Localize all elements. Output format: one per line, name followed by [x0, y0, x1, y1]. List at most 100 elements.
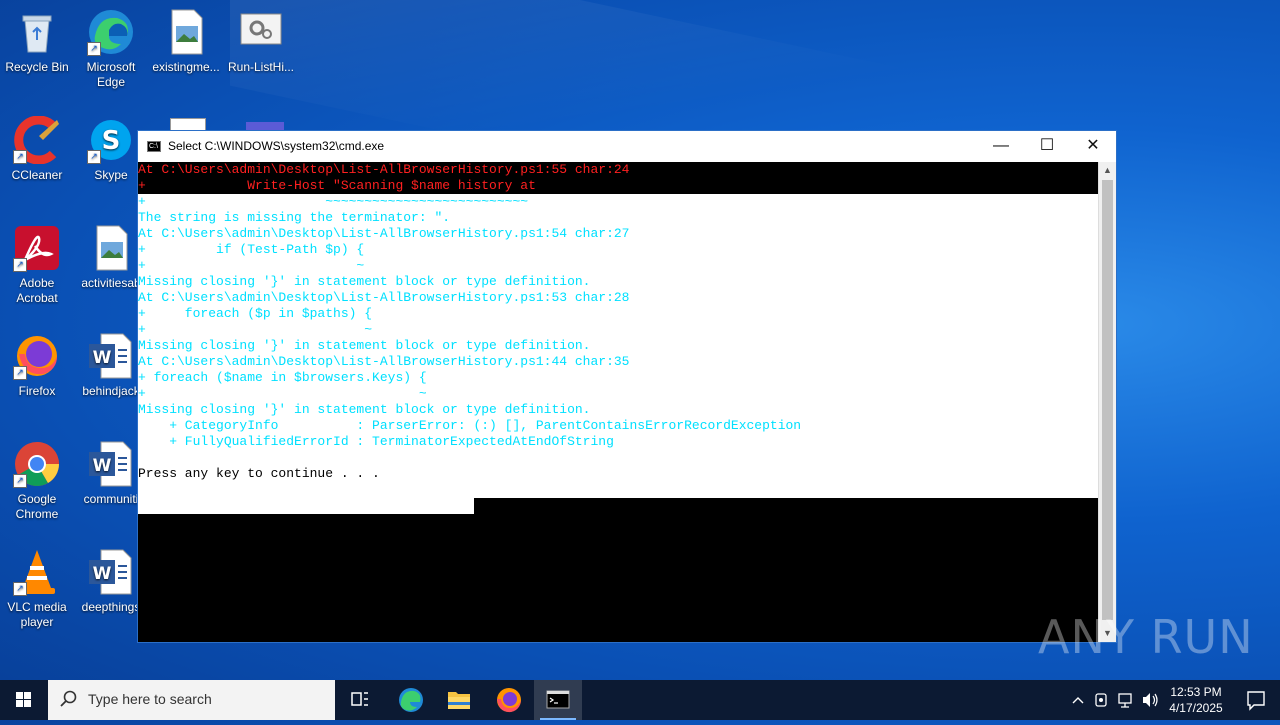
- console-output[interactable]: At C:\Users\admin\Desktop\List-AllBrowse…: [138, 162, 1099, 642]
- window-titlebar[interactable]: C:\ Select C:\WINDOWS\system32\cmd.exe —…: [138, 131, 1116, 162]
- scroll-up-icon[interactable]: ▲: [1099, 162, 1116, 179]
- svg-text:S: S: [102, 126, 121, 156]
- desktop-icon-label: existingme...: [152, 60, 220, 74]
- selection-highlight-tail: [138, 498, 474, 514]
- word-document-icon: W: [87, 440, 135, 488]
- console-line: + ~: [138, 322, 373, 337]
- console-line: Missing closing '}' in statement block o…: [138, 338, 591, 353]
- desktop-icon-label: Microsoft Edge: [86, 60, 136, 89]
- console-line: At C:\Users\admin\Desktop\List-AllBrowse…: [138, 354, 630, 369]
- desktop-icon-existingme[interactable]: existingme...: [149, 8, 223, 75]
- vertical-scrollbar[interactable]: ▲ ▼: [1098, 162, 1116, 642]
- desktop-icon-google-chrome[interactable]: ↗ Google Chrome: [0, 440, 74, 522]
- desktop-icon-label: Firefox: [18, 384, 56, 398]
- network-icon[interactable]: [1116, 680, 1136, 720]
- notifications-button[interactable]: [1232, 680, 1280, 720]
- console-line: + ~: [138, 258, 365, 273]
- firefox-icon: ↗: [13, 332, 61, 380]
- console-line: + foreach ($p in $paths) {: [138, 306, 373, 321]
- console-prompt-line: Press any key to continue . . .: [138, 466, 380, 481]
- desktop-icon-label: Adobe Acrobat: [16, 276, 58, 305]
- meet-now-icon[interactable]: [1092, 680, 1112, 720]
- search-placeholder: Type here to search: [88, 691, 212, 707]
- desktop-icon-run-listhi[interactable]: Run-ListHi...: [224, 8, 298, 75]
- taskbar-edge-button[interactable]: [387, 680, 435, 720]
- shortcut-arrow-icon: ↗: [13, 366, 27, 380]
- console-line: + ~: [138, 386, 427, 401]
- console-line: Missing closing '}' in statement block o…: [138, 402, 591, 417]
- console-line: At C:\Users\admin\Desktop\List-AllBrowse…: [138, 226, 630, 241]
- volume-icon[interactable]: [1140, 680, 1160, 720]
- console-line: The string is missing the terminator: ".: [138, 210, 451, 225]
- console-line: + ~~~~~~~~~~~~~~~~~~~~~~~~~~: [138, 194, 529, 209]
- notification-icon: [1247, 691, 1265, 711]
- firefox-icon: [497, 688, 521, 713]
- console-line: At C:\Users\admin\Desktop\List-AllBrowse…: [138, 162, 630, 177]
- recycle-bin-icon: [13, 8, 61, 56]
- desktop-icon-label: Run-ListHi...: [227, 60, 295, 74]
- cmd-icon: [546, 690, 570, 709]
- shortcut-arrow-icon: ↗: [87, 42, 101, 56]
- shortcut-arrow-icon: ↗: [13, 474, 27, 488]
- task-view-button[interactable]: [336, 680, 384, 720]
- svg-text:W: W: [93, 348, 112, 368]
- console-line: Missing closing '}' in statement block o…: [138, 274, 591, 289]
- shortcut-arrow-icon: ↗: [13, 582, 27, 596]
- start-button[interactable]: [0, 680, 48, 720]
- taskbar-file-explorer-button[interactable]: [435, 680, 483, 720]
- desktop-icon-label: CCleaner: [11, 168, 63, 182]
- script-file-icon: [237, 8, 285, 56]
- chevron-up-icon[interactable]: [1068, 680, 1088, 720]
- word-document-icon: W: [87, 332, 135, 380]
- desktop-icon-label: Recycle Bin: [5, 60, 69, 74]
- acrobat-icon: ↗: [13, 224, 61, 272]
- desktop-icon-label: VLC media player: [7, 600, 67, 629]
- windows-logo-icon: [16, 692, 31, 707]
- desktop-icon-edge[interactable]: ↗ Microsoft Edge: [74, 8, 148, 90]
- svg-text:W: W: [93, 456, 112, 476]
- image-file-icon: [162, 8, 210, 56]
- system-tray: [1068, 680, 1158, 720]
- word-document-icon: W: [87, 548, 135, 596]
- shortcut-arrow-icon: ↗: [13, 150, 27, 164]
- console-line: + CategoryInfo : ParserError: (:) [], Pa…: [138, 418, 802, 433]
- edge-icon: [399, 688, 423, 712]
- cmd-window[interactable]: C:\ Select C:\WINDOWS\system32\cmd.exe —…: [137, 130, 1117, 643]
- desktop-icon-recycle-bin[interactable]: Recycle Bin: [0, 8, 74, 75]
- taskbar-cmd-button[interactable]: [534, 680, 582, 720]
- cmd-app-icon: C:\: [147, 141, 161, 152]
- taskbar: Type here to search 12:53 PM 4/17/2025: [0, 680, 1280, 720]
- maximize-button[interactable]: ☐: [1024, 131, 1070, 162]
- clock-time: 12:53 PM: [1170, 685, 1222, 699]
- shortcut-arrow-icon: ↗: [87, 150, 101, 164]
- shortcut-arrow-icon: ↗: [13, 258, 27, 272]
- edge-icon: ↗: [87, 8, 135, 56]
- console-line: + foreach ($name in $browsers.Keys) {: [138, 370, 427, 385]
- minimize-button[interactable]: —: [978, 131, 1024, 162]
- task-view-icon: [351, 692, 368, 706]
- scrollbar-thumb[interactable]: [1102, 180, 1113, 620]
- desktop-icon-firefox[interactable]: ↗ Firefox: [0, 332, 74, 399]
- desktop-icon-vlc[interactable]: ↗ VLC media player: [0, 548, 74, 630]
- search-icon: [60, 690, 77, 707]
- skype-icon: S ↗: [87, 116, 135, 164]
- svg-text:W: W: [93, 564, 112, 584]
- desktop-icon-ccleaner[interactable]: ↗ CCleaner: [0, 115, 74, 183]
- chrome-icon: ↗: [13, 440, 61, 488]
- console-line: At C:\Users\admin\Desktop\List-AllBrowse…: [138, 290, 630, 305]
- window-title: Select C:\WINDOWS\system32\cmd.exe: [168, 139, 385, 153]
- console-line: + FullyQualifiedErrorId : TerminatorExpe…: [138, 434, 614, 449]
- taskbar-firefox-button[interactable]: [485, 680, 533, 720]
- taskbar-search-box[interactable]: Type here to search: [48, 680, 335, 720]
- ccleaner-icon: ↗: [13, 115, 61, 165]
- folder-icon: [448, 692, 470, 709]
- desktop-icon-label: Google Chrome: [15, 492, 59, 521]
- desktop-icon-adobe-acrobat[interactable]: ↗ Adobe Acrobat: [0, 224, 74, 306]
- console-line: + Write-Host "Scanning $name history at: [138, 178, 536, 193]
- clock-date: 4/17/2025: [1169, 701, 1223, 715]
- image-file-icon: [87, 224, 135, 272]
- close-button[interactable]: ✕: [1070, 131, 1116, 162]
- vlc-icon: ↗: [13, 548, 61, 596]
- anyrun-watermark: ANY RUN: [1038, 610, 1254, 664]
- taskbar-clock[interactable]: 12:53 PM 4/17/2025: [1160, 684, 1232, 716]
